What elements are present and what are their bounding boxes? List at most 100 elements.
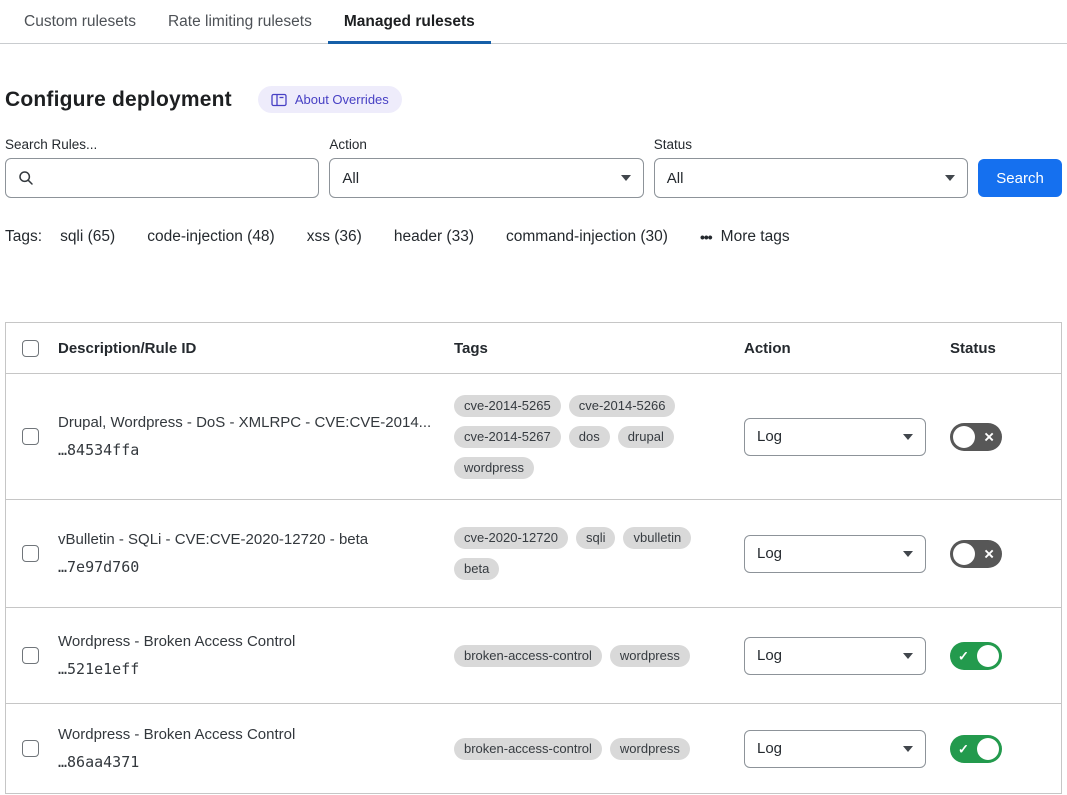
tag-link[interactable]: sqli (65) (60, 228, 115, 246)
rule-id: …7e97d760 (58, 558, 434, 576)
tags-bar-label: Tags: (5, 228, 42, 246)
tab-label: Custom rulesets (24, 13, 136, 31)
status-filter-select[interactable]: All (654, 158, 968, 198)
column-header-tags: Tags (454, 340, 744, 357)
tag-pill: sqli (576, 527, 616, 549)
tab-label: Rate limiting rulesets (168, 13, 312, 31)
tags-cell: cve-2014-5265 cve-2014-5266 cve-2014-5267 d… (454, 395, 744, 479)
tab-custom-rulesets[interactable]: Custom rulesets (8, 0, 152, 43)
action-cell: Log (744, 730, 944, 768)
status-cell: ✓ × (944, 642, 1061, 670)
chevron-down-icon (621, 175, 631, 181)
toggle-knob (953, 543, 975, 565)
table-row: Drupal, Wordpress - DoS - XMLRPC - CVE:C… (6, 374, 1061, 500)
tag-pill: wordpress (610, 645, 690, 667)
tags-cell: cve-2020-12720sqlivbulletinbeta (454, 527, 744, 580)
action-filter-select[interactable]: All (329, 158, 643, 198)
column-header-action: Action (744, 340, 944, 357)
tags-cell: broken-access-controlwordpress (454, 738, 744, 760)
tab-bar: Custom rulesets Rate limiting rulesets M… (0, 0, 1067, 44)
status-filter-group: Status All (654, 137, 968, 198)
status-toggle[interactable]: ✓ × (950, 642, 1002, 670)
row-checkbox[interactable] (22, 740, 39, 757)
more-tags-button[interactable]: ••• More tags (700, 228, 790, 246)
x-icon: × (984, 428, 994, 445)
status-cell: ✓ × (944, 423, 1061, 451)
rule-id: …521e1eff (58, 660, 434, 678)
action-select[interactable]: Log (744, 637, 926, 675)
chevron-down-icon (903, 434, 913, 440)
tab-rate-limiting-rulesets[interactable]: Rate limiting rulesets (152, 0, 328, 43)
toggle-knob (977, 645, 999, 667)
action-cell: Log (744, 535, 944, 573)
about-overrides-badge[interactable]: About Overrides (258, 86, 402, 113)
about-overrides-label: About Overrides (295, 92, 389, 107)
tag-pill: cve-2020-12720 (454, 527, 568, 549)
page-header: Configure deployment About Overrides (5, 86, 1062, 113)
chevron-down-icon (945, 175, 955, 181)
tag-link[interactable]: header (33) (394, 228, 474, 246)
tag-pill: cve-2014-5265 (454, 395, 561, 417)
description-cell: Wordpress - Broken Access Control …86aa4… (58, 726, 454, 771)
rule-description: Wordpress - Broken Access Control (58, 726, 434, 743)
tag-link[interactable]: command-injection (30) (506, 228, 668, 246)
chevron-down-icon (903, 551, 913, 557)
status-toggle[interactable]: ✓ × (950, 423, 1002, 451)
rule-description: Wordpress - Broken Access Control (58, 633, 434, 650)
tab-managed-rulesets[interactable]: Managed rulesets (328, 0, 491, 43)
status-filter-label: Status (654, 137, 968, 152)
row-checkbox-cell (6, 647, 58, 664)
action-filter-value: All (342, 170, 359, 187)
column-header-description: Description/Rule ID (58, 340, 454, 357)
chevron-down-icon (903, 653, 913, 659)
action-select[interactable]: Log (744, 730, 926, 768)
search-label: Search Rules... (5, 137, 319, 152)
action-cell: Log (744, 637, 944, 675)
row-checkbox[interactable] (22, 545, 39, 562)
toggle-knob (977, 738, 999, 760)
book-icon (271, 93, 287, 107)
search-button[interactable]: Search (978, 159, 1062, 197)
action-select-value: Log (757, 740, 782, 757)
row-checkbox[interactable] (22, 428, 39, 445)
chevron-down-icon (903, 746, 913, 752)
action-select[interactable]: Log (744, 535, 926, 573)
table-body: Drupal, Wordpress - DoS - XMLRPC - CVE:C… (6, 374, 1061, 794)
page-content: Configure deployment About Overrides Sea… (0, 86, 1067, 794)
more-tags-label: More tags (721, 228, 790, 246)
rule-description: vBulletin - SQLi - CVE:CVE-2020-12720 - … (58, 531, 434, 548)
filter-bar: Search Rules... Action All Status All (5, 137, 1062, 198)
search-input-box (5, 158, 319, 198)
search-group: Search Rules... (5, 137, 319, 198)
check-icon: ✓ (958, 649, 969, 662)
action-select[interactable]: Log (744, 418, 926, 456)
tags-cell: broken-access-controlwordpress (454, 645, 744, 667)
check-icon: ✓ (958, 742, 969, 755)
status-cell: ✓ × (944, 735, 1061, 763)
column-header-status: Status (944, 340, 1061, 357)
tag-pill: wordpress (454, 457, 534, 479)
tag-pill: drupal (618, 426, 674, 448)
search-input[interactable] (42, 169, 306, 188)
tag-pill: cve-2014-5267 (454, 426, 561, 448)
status-cell: ✓ × (944, 540, 1061, 568)
status-toggle[interactable]: ✓ × (950, 540, 1002, 568)
action-select-value: Log (757, 647, 782, 664)
tag-pill: wordpress (610, 738, 690, 760)
tag-pill: dos (569, 426, 610, 448)
tag-link[interactable]: xss (36) (307, 228, 362, 246)
rules-table: Description/Rule ID Tags Action Status D… (5, 322, 1062, 794)
tag-link[interactable]: code-injection (48) (147, 228, 275, 246)
row-checkbox[interactable] (22, 647, 39, 664)
x-icon: × (984, 545, 994, 562)
status-toggle[interactable]: ✓ × (950, 735, 1002, 763)
table-header-row: Description/Rule ID Tags Action Status (6, 323, 1061, 374)
description-cell: Wordpress - Broken Access Control …521e1… (58, 633, 454, 678)
row-checkbox-cell (6, 740, 58, 757)
action-filter-label: Action (329, 137, 643, 152)
tag-pill: cve-2014-5266 (569, 395, 676, 417)
tab-label: Managed rulesets (344, 13, 475, 31)
description-cell: vBulletin - SQLi - CVE:CVE-2020-12720 - … (58, 531, 454, 576)
rule-description: Drupal, Wordpress - DoS - XMLRPC - CVE:C… (58, 414, 434, 431)
select-all-checkbox[interactable] (22, 340, 39, 357)
